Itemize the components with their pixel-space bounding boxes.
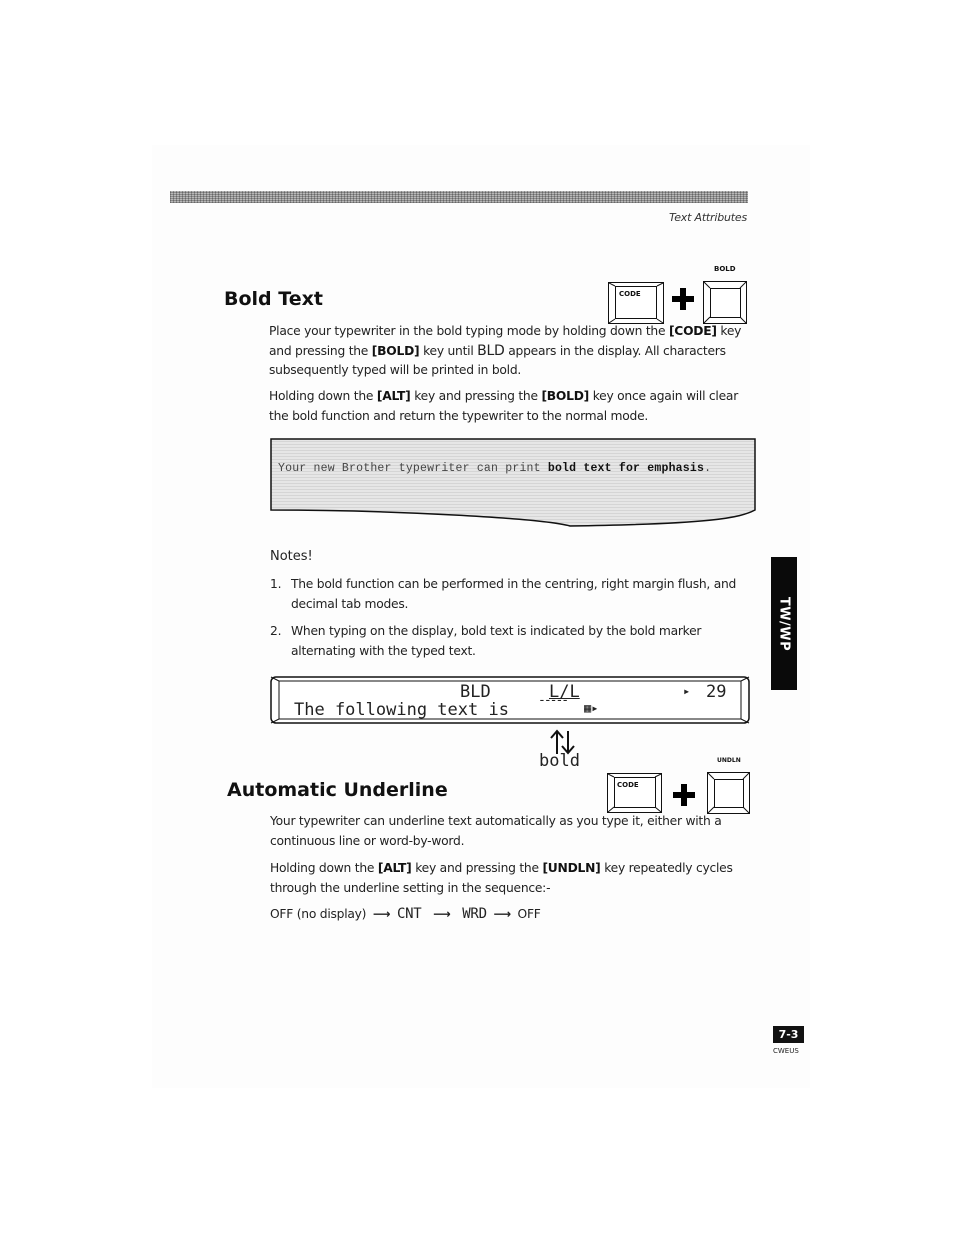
undln-key-caption: UNDLN xyxy=(717,757,741,764)
section-title-bold-text: Bold Text xyxy=(224,288,323,310)
lcd-bold-marker: ----- xyxy=(538,693,569,708)
printed-sample-paper xyxy=(270,438,756,527)
undln-key-icon xyxy=(707,772,750,814)
lcd-column-number: 29 xyxy=(706,682,727,702)
plus-icon xyxy=(673,784,695,806)
lcd-line-text: The following text is xyxy=(294,700,509,720)
bold-intro-paragraph: Place your typewriter in the bold typing… xyxy=(269,324,742,377)
lcd-position-marker: ▸ xyxy=(683,684,691,698)
printed-sample-text: Your new Brother typewriter can print bo… xyxy=(278,462,712,475)
bold-clear-paragraph: Holding down the [ALT] key and pressing … xyxy=(269,389,739,423)
underline-sequence: OFF (no display) ⟶ CNT ⟶ WRD ⟶ OFF xyxy=(270,905,541,925)
running-head: Text Attributes xyxy=(669,211,747,224)
header-rule-bar xyxy=(170,191,748,203)
underline-intro-paragraph: Your typewriter can underline text autom… xyxy=(270,814,722,848)
code-key-label: CODE xyxy=(619,290,641,298)
code-key-icon: CODE xyxy=(607,773,662,813)
key-bevel-lines xyxy=(608,774,662,813)
arrow-right-icon: ⟶ xyxy=(433,907,451,921)
sequence-off-no-display: OFF (no display) xyxy=(270,907,367,921)
sequence-cnt: CNT xyxy=(396,906,422,922)
underline-cycle-paragraph: Holding down the [ALT] key and pressing … xyxy=(270,861,733,895)
lcd-bold-label: bold xyxy=(539,751,580,771)
bold-key-caption: BOLD xyxy=(714,265,736,273)
section-title-automatic-underline: Automatic Underline xyxy=(227,779,448,801)
arrow-right-icon: ⟶ xyxy=(493,907,511,921)
sequence-off: OFF xyxy=(517,907,541,921)
arrow-right-icon: ⟶ xyxy=(372,907,391,921)
code-key-icon: CODE xyxy=(608,282,664,324)
key-bevel-lines xyxy=(708,773,750,814)
lcd-mode-indicator: BLD xyxy=(460,682,491,702)
notes-heading: Notes! xyxy=(270,549,313,564)
chapter-side-tab-label: TW/WP xyxy=(776,596,792,651)
note-item: 2. When typing on the display, bold text… xyxy=(270,624,702,658)
note-item: 1. The bold function can be performed in… xyxy=(270,577,737,611)
bold-key-icon xyxy=(703,281,747,324)
lcd-cursor: ▦▸ xyxy=(584,701,599,715)
page-number-badge: 7-3 xyxy=(773,1026,804,1043)
key-bevel-lines xyxy=(704,282,747,324)
notes-list: 1. The bold function can be performed in… xyxy=(270,575,755,661)
plus-icon xyxy=(672,288,694,310)
document-code: CWEUS xyxy=(773,1047,799,1055)
chapter-side-tab: TW/WP xyxy=(771,557,797,690)
sequence-wrd: WRD xyxy=(462,906,487,922)
code-key-label: CODE xyxy=(617,781,639,789)
